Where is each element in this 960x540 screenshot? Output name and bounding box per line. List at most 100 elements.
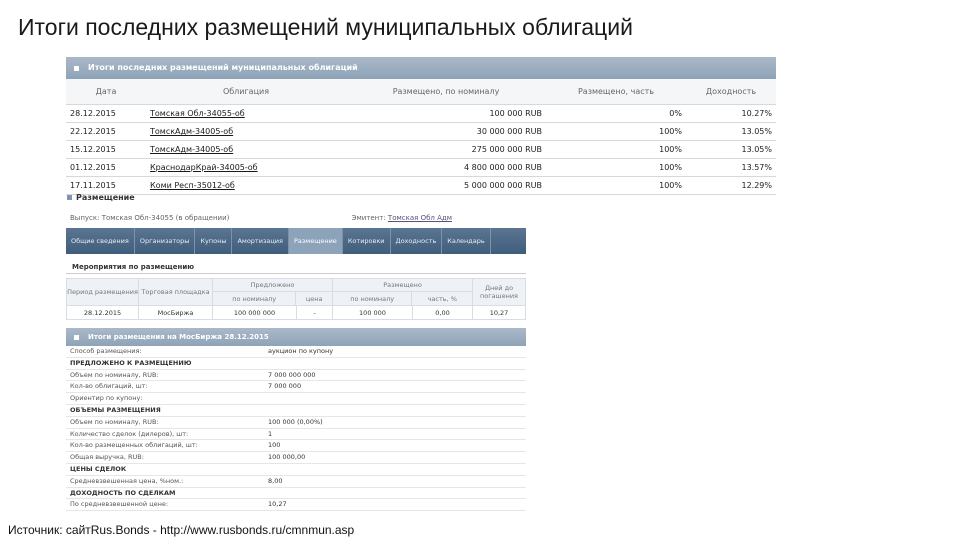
results-value: 100 [268,441,281,450]
events-planned-head: Предложено [213,279,332,292]
results-list: Способ размещения: аукцион по купону ПРЕДЛ… [66,346,526,512]
results-group-heading: ПРЕДЛОЖЕНО К РАЗМЕЩЕНИЮ [66,358,526,370]
bond-link[interactable]: Коми Респ-35012-об [150,181,235,190]
results-value: аукцион по купону [268,347,334,355]
results-key: ПРЕДЛОЖЕНО К РАЗМЕЩЕНИЮ [70,358,192,367]
results-value: 100 000 (0,00%) [268,417,323,426]
tab-6[interactable]: Доходность [391,228,443,254]
results-row: Средневзвешенная цена, %ном.: 8,00 [66,476,526,488]
results-key: ОБЪЕМЫ РАЗМЕЩЕНИЯ [70,405,161,414]
placement-section-title: Размещение [76,193,135,202]
tab-2[interactable]: Купоны [195,228,233,254]
row-bond-cell: КраснодарКрай-34005-об [146,163,346,172]
results-row: Кол-во облигаций, шт: 7 000 000 [66,381,526,394]
results-value: 7 000 000 [268,382,302,391]
events-table-head-row: Период размещения Торговая площадка Пред… [67,279,525,305]
bond-link[interactable]: ТомскАдм-34005-об [150,127,233,136]
tab-0[interactable]: Общие сведения [66,228,135,254]
results-key: Средневзвешенная цена, %ном.: [70,476,184,485]
row-date: 15.12.2015 [70,145,116,154]
bullet-icon [74,66,79,71]
col-date: Дата [95,87,117,96]
events-table-row: 28.12.2015 МосБиржа 100 000 000 - 100 00… [67,305,525,319]
events-nominal: 100 000 000 [213,306,297,319]
row-yield: 13.05% [741,127,772,136]
tab-3[interactable]: Амортизация [232,228,289,254]
tab-7[interactable]: Календарь [442,228,491,254]
row-part: 0% [669,109,682,118]
row-yield: 13.57% [741,163,772,172]
recent-placements-header-text: Итоги последних размещений муниципальных… [88,63,358,72]
col-part: Размещено, часть [577,87,654,96]
results-value: 7 000 000 000 [268,370,316,379]
row-amount: 275 000 000 RUB [471,145,542,154]
row-amount: 5 000 000 000 RUB [464,181,542,190]
results-key: Количество сделок (дилеров), шт: [70,429,189,438]
table-row: 22.12.2015 ТомскАдм-34005-об 30 000 000 RU… [66,123,776,141]
issuer-link[interactable]: Томская Обл Адм [388,214,452,222]
events-days: 10,27 [489,308,509,317]
events-part-head: часть, % [427,294,457,303]
col-bond: Облигация [222,87,270,96]
placement-tabs: Общие сведения Организаторы Купоны Амортиза… [66,228,526,254]
row-amount: 4 800 000 000 RUB [464,163,542,172]
results-row: Общая выручка, RUB: 100 000,00 [66,452,526,464]
row-date: 28.12.2015 [70,109,116,118]
results-key: Способ размещения: [70,347,142,355]
results-key: Объем по номиналу, RUB: [70,417,159,426]
events-part: 0,00 [413,306,473,319]
row-date: 22.12.2015 [70,127,116,136]
events-placed-group: Размещено по номиналу часть, % [333,279,473,305]
source-note: Источник: сайтRus.Bonds - http://www.rus… [8,523,355,537]
results-key: Объем по номиналу, RUB: [70,370,159,379]
results-row: Способ размещения: аукцион по купону [66,346,526,358]
events-period-head: Период размещения [67,279,139,305]
row-part: 100% [659,181,682,190]
results-key: Общая выручка, RUB: [70,453,144,462]
events-venue: МосБиржа [139,306,213,319]
events-title: Мероприятия по размещению [66,260,526,274]
table-row: 01.12.2015 КраснодарКрай-34005-об 4 800 00… [66,159,776,177]
bond-link[interactable]: КраснодарКрай-34005-об [150,163,258,172]
results-group-heading: ЦЕНЫ СДЕЛОК [66,464,526,476]
results-key: ЦЕНЫ СДЕЛОК [70,464,127,473]
col-amount: Размещено, по номиналу [392,87,500,96]
row-bond-cell: Коми Респ-35012-об [146,181,346,190]
events-table: Период размещения Торговая площадка Пред… [66,278,526,320]
row-yield: 13.05% [741,145,772,154]
table-row: 15.12.2015 ТомскАдм-34005-об 275 000 000 R… [66,141,776,159]
row-yield: 10.27% [741,109,772,118]
results-row: Объем по номиналу, RUB: 7 000 000 000 [66,370,526,382]
bond-link[interactable]: Томская Обл-34055-об [150,109,245,118]
tab-1[interactable]: Организаторы [135,228,196,254]
col-yield: Доходность [705,87,757,96]
recent-placements-table: Итоги последних размещений муниципальных… [66,57,776,195]
results-key: Ориентир по купону: [70,394,143,403]
row-part: 100% [659,163,682,172]
row-bond-cell: ТомскАдм-34005-об [146,127,346,136]
events-placed-nominal-head: по номиналу [333,292,413,305]
issue-label: Выпуск: Томская Обл-34055 (в обращении) [70,214,230,222]
events-nominal-head: по номиналу [213,292,297,305]
results-header-text: Итоги размещения на МосБиржа 28.12.2015 [88,333,269,341]
events-venue-head: Торговая площадка [139,279,213,305]
results-key: Кол-во облигаций, шт: [70,382,148,391]
results-group-heading: ДОХОДНОСТЬ ПО СДЕЛКАМ [66,488,526,500]
results-value: 10,27 [268,500,287,509]
placement-section-head: Размещение [66,192,526,204]
row-bond-cell: Томская Обл-34055-об [146,109,346,118]
results-key: ДОХОДНОСТЬ ПО СДЕЛКАМ [70,488,176,497]
issue-meta: Выпуск: Томская Обл-34055 (в обращении) … [66,210,526,226]
results-value: 8,00 [268,476,283,485]
row-amount: 100 000 RUB [489,109,542,118]
bond-link[interactable]: ТомскАдм-34005-об [150,145,233,154]
row-date: 17.11.2015 [70,181,116,190]
results-row: Количество сделок (дилеров), шт: 1 [66,429,526,441]
table-header-row: Дата Облигация Размещено, по номиналу Ра… [66,79,776,105]
results-row: По средневзвешенной цене: 10,27 [66,499,526,512]
results-row: Объем по номиналу, RUB: 100 000 (0,00%) [66,417,526,429]
tab-4[interactable]: Размещение [288,228,343,254]
results-group-heading: ОБЪЕМЫ РАЗМЕЩЕНИЯ [66,405,526,417]
results-value: 1 [268,429,273,438]
tab-5[interactable]: Котировки [343,228,391,254]
